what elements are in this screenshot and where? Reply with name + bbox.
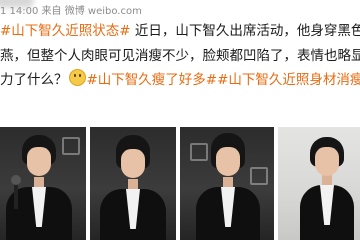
- backdrop-logo-icon: [250, 167, 268, 185]
- photo-2[interactable]: [90, 127, 176, 240]
- microphone-handle: [14, 183, 18, 209]
- photo-grid: [0, 127, 360, 240]
- photo-1[interactable]: [0, 127, 86, 240]
- post-line-2: 燕，但整个人肉眼可见消瘦不少，脸颊都凹陷了，表情也略显疲惫: [0, 45, 360, 68]
- post-meta: 1 14:00 来自 微博 weibo.com: [0, 0, 360, 20]
- topic-tag[interactable]: #山下智久瘦了好多#: [87, 72, 218, 88]
- post-line-1: #山下智久近照状态# 近日，山下智久出席活动，他身穿黑色西服搭配: [0, 20, 360, 43]
- thinking-face-emoji-icon: [68, 69, 86, 86]
- topic-tag[interactable]: #山下智久近照身材消瘦#: [217, 72, 360, 88]
- post-text-segment: 近日，山下智久出席活动，他身穿黑色西服搭配: [134, 23, 360, 39]
- photo-subject-face: [216, 147, 240, 176]
- post-line-3: 力了什么？ #山下智久瘦了好多##山下智久近照身材消瘦#: [0, 69, 360, 92]
- post-text-segment: 力了什么？: [0, 72, 68, 88]
- photo-subject-neck: [322, 175, 332, 185]
- photo-4[interactable]: [278, 127, 360, 240]
- photo-subject-neck: [34, 177, 44, 187]
- backdrop-logo-icon: [190, 143, 208, 161]
- topic-tag[interactable]: #山下智久近照状态#: [0, 23, 131, 39]
- post-time-source: 1 14:00 来自 微博 weibo.com: [0, 6, 142, 17]
- photo-subject-neck: [223, 177, 233, 187]
- photo-subject-face: [27, 147, 51, 176]
- backdrop-logo-icon: [62, 137, 80, 155]
- photo-3[interactable]: [180, 127, 274, 240]
- post-text-segment: 燕，但整个人肉眼可见消瘦不少，脸颊都凹陷了，表情也略显疲惫: [0, 48, 360, 64]
- microphone-icon: [11, 175, 21, 185]
- photo-subject-neck: [128, 179, 138, 189]
- photo-subject-face: [315, 147, 339, 176]
- post-text: #山下智久近照状态# 近日，山下智久出席活动，他身穿黑色西服搭配 燕，但整个人肉…: [0, 20, 360, 120]
- photo-subject-face: [121, 149, 145, 178]
